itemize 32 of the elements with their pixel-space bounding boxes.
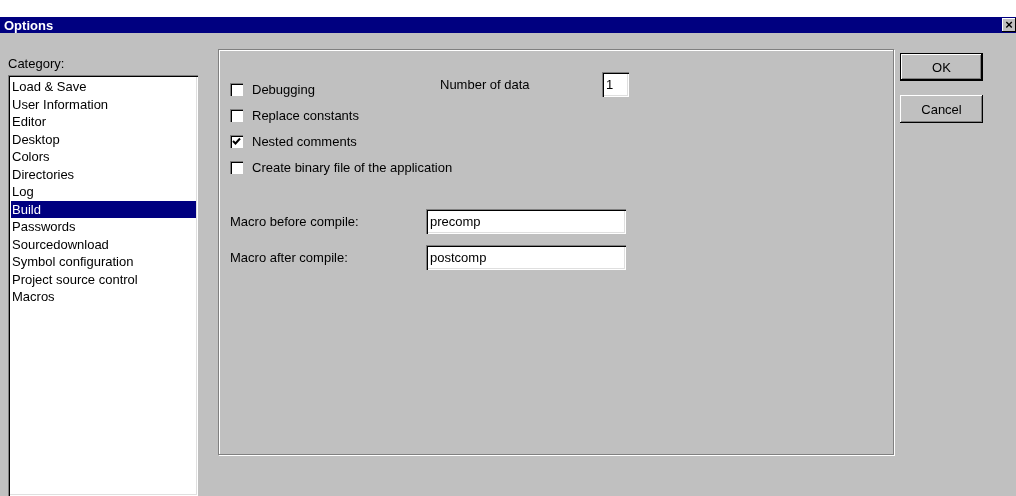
checkbox-label: Debugging bbox=[252, 81, 315, 97]
category-item[interactable]: Editor bbox=[11, 113, 196, 131]
category-item[interactable]: Project source control bbox=[11, 270, 196, 288]
checkbox-label: Nested comments bbox=[252, 133, 357, 149]
cancel-button[interactable]: Cancel bbox=[900, 95, 983, 123]
macro-label: Macro before compile: bbox=[230, 213, 360, 229]
category-item[interactable]: Colors bbox=[11, 148, 196, 166]
category-label: Category: bbox=[8, 56, 66, 73]
checkbox-label: Create binary file of the application bbox=[252, 159, 453, 175]
checkbox[interactable] bbox=[230, 134, 243, 148]
macro-field[interactable]: postcomp bbox=[426, 244, 626, 270]
checkbox[interactable] bbox=[230, 108, 243, 122]
window-title: Options bbox=[4, 17, 54, 33]
macro-label: Macro after compile: bbox=[230, 249, 349, 265]
number-of-data-field[interactable]: 1 bbox=[602, 72, 629, 97]
category-item[interactable]: Build bbox=[11, 200, 196, 218]
category-item[interactable]: Macros bbox=[11, 288, 196, 306]
macro-field[interactable]: precomp bbox=[426, 208, 626, 234]
checkbox[interactable] bbox=[230, 82, 243, 96]
close-button[interactable]: × bbox=[1002, 18, 1016, 32]
category-item[interactable]: Directories bbox=[11, 165, 196, 183]
category-item[interactable]: Load & Save bbox=[11, 78, 196, 96]
category-item[interactable]: Log bbox=[11, 183, 196, 201]
category-item[interactable]: Symbol configuration bbox=[11, 253, 196, 271]
category-item[interactable]: User Information bbox=[11, 95, 196, 113]
number-of-data-label: Number of data bbox=[440, 76, 531, 92]
ok-button[interactable]: OK bbox=[900, 53, 983, 81]
category-item[interactable]: Sourcedownload bbox=[11, 235, 196, 253]
checkbox-label: Replace constants bbox=[252, 107, 359, 123]
checkbox[interactable] bbox=[230, 160, 243, 174]
category-item[interactable]: Desktop bbox=[11, 130, 196, 148]
category-item[interactable]: Passwords bbox=[11, 218, 196, 236]
